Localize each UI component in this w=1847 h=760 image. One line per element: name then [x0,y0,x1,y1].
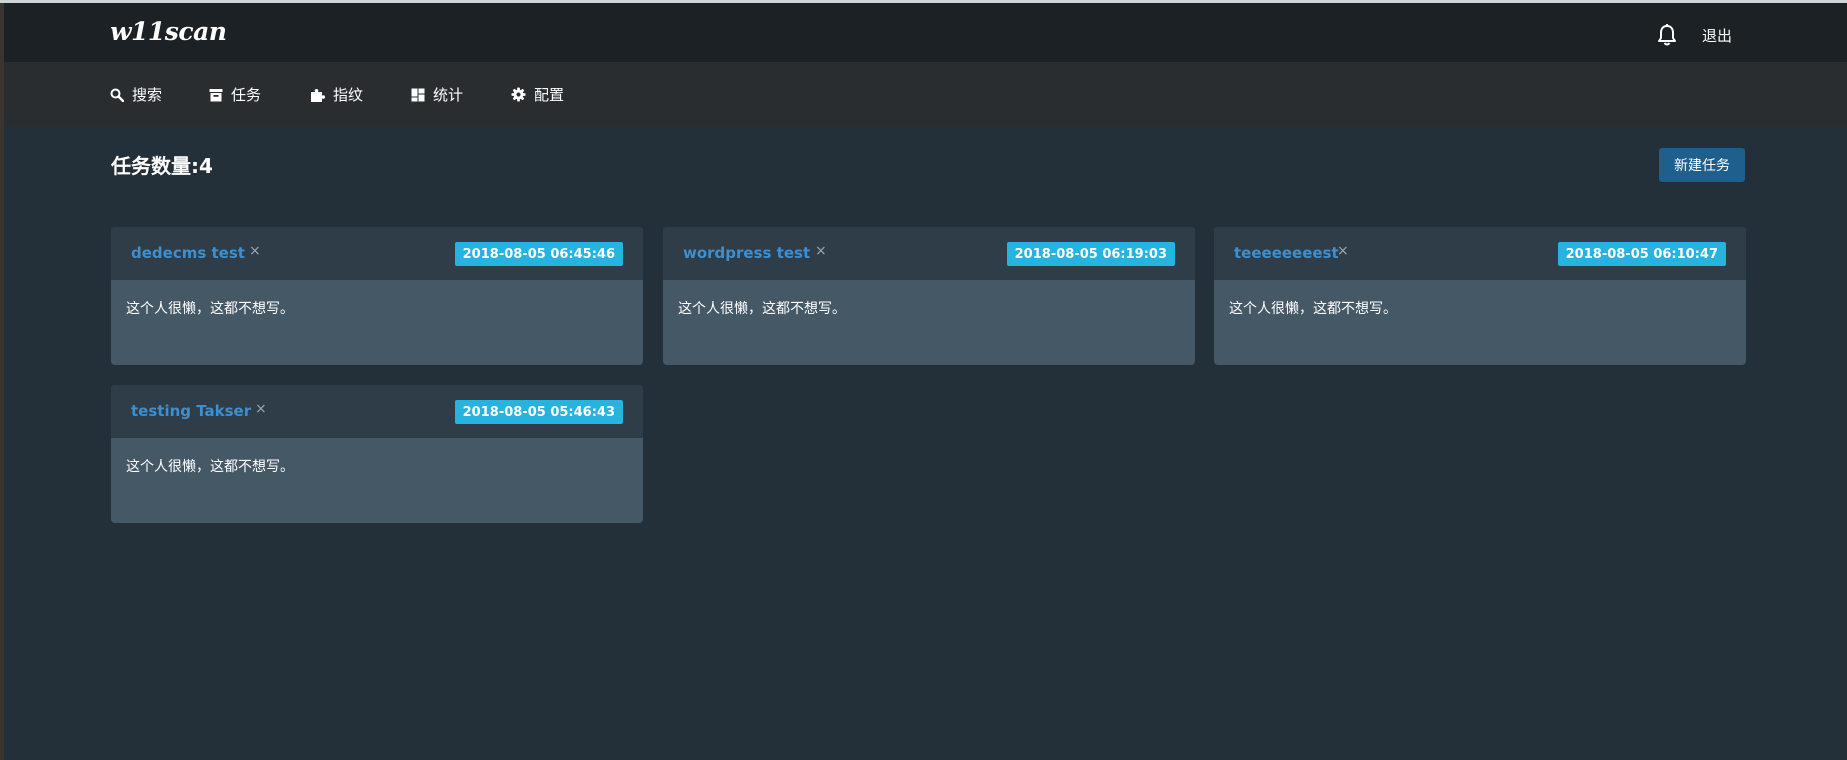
task-title-link[interactable]: teeeeeeeest [1234,244,1339,262]
new-task-button[interactable]: 新建任务 [1659,148,1745,182]
close-icon[interactable]: × [815,243,827,259]
main-nav: 搜索 任务 指纹 统计 配置 [4,62,1847,126]
bell-icon[interactable] [1656,23,1678,47]
nav-item-stats[interactable]: 统计 [411,84,463,105]
task-card-header: teeeeeeeest × 2018-08-05 06:10:47 [1214,227,1746,280]
task-description: 这个人很懒，这都不想写。 [1229,301,1397,317]
task-card-header: testing Takser × 2018-08-05 05:46:43 [111,385,643,438]
nav-item-label: 搜索 [132,86,163,104]
archive-icon [209,88,223,102]
task-description: 这个人很懒，这都不想写。 [678,301,846,317]
nav-item-label: 统计 [433,86,464,104]
task-title-link[interactable]: testing Takser [131,402,251,420]
task-count-title: 任务数量:4 [111,154,213,178]
date-badge: 2018-08-05 06:10:47 [1557,242,1726,266]
close-icon[interactable]: × [249,243,261,259]
search-icon [110,88,124,102]
nav-item-label: 任务 [231,86,262,104]
task-card-header: dedecms test × 2018-08-05 06:45:46 [111,227,643,280]
task-card: dedecms test × 2018-08-05 06:45:46 这个人很懒… [111,227,643,365]
close-icon[interactable]: × [255,401,267,417]
nav-item-fingerprint[interactable]: 指纹 [309,84,363,105]
nav-item-search[interactable]: 搜索 [110,84,162,105]
task-card-header: wordpress test × 2018-08-05 06:19:03 [663,227,1195,280]
date-badge: 2018-08-05 06:19:03 [1006,242,1175,266]
nav-item-label: 指纹 [333,86,364,104]
task-card: wordpress test × 2018-08-05 06:19:03 这个人… [663,227,1195,365]
task-card: teeeeeeeest × 2018-08-05 06:10:47 这个人很懒，… [1214,227,1746,365]
logout-link[interactable]: 退出 [1702,25,1732,46]
date-badge: 2018-08-05 05:46:43 [454,400,623,424]
date-badge: 2018-08-05 06:45:46 [454,242,623,266]
nav-item-tasks[interactable]: 任务 [209,84,261,105]
puzzle-icon [309,87,325,103]
dashboard-icon [411,88,425,102]
task-card: testing Takser × 2018-08-05 05:46:43 这个人… [111,385,643,523]
nav-item-config[interactable]: 配置 [511,84,564,105]
task-description: 这个人很懒，这都不想写。 [126,459,294,475]
nav-item-label: 配置 [534,86,565,104]
task-title-link[interactable]: dedecms test [131,244,245,262]
task-title-link[interactable]: wordpress test [683,244,810,262]
task-description: 这个人很懒，这都不想写。 [126,301,294,317]
brand-logo[interactable]: w11scan [110,17,227,46]
gear-icon [511,87,526,102]
top-header: w11scan 退出 [4,3,1847,62]
close-icon[interactable]: × [1337,243,1349,259]
